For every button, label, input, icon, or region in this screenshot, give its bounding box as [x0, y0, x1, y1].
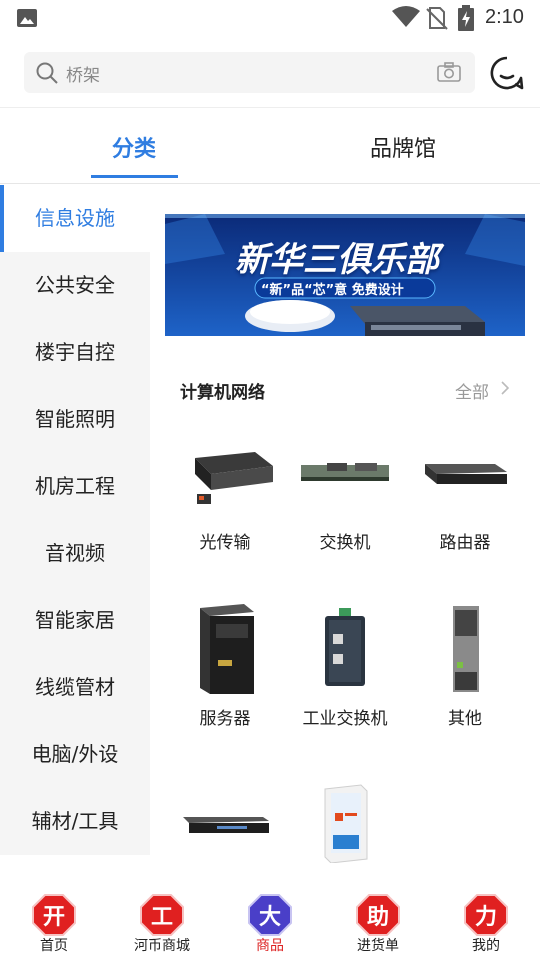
sidebar-item-label: 音视频 [45, 541, 105, 565]
product-rack-device[interactable] [165, 768, 285, 878]
sidebar-item-info-facilities[interactable]: 信息设施 [0, 185, 150, 252]
switch-card-icon [301, 463, 389, 481]
rack-device-icon [183, 817, 269, 833]
nav-home[interactable]: 开 首页 [0, 890, 108, 960]
sidebar-item-label: 智能照明 [35, 407, 115, 431]
tower-server-icon [200, 604, 254, 694]
industrial-switch-icon [325, 608, 365, 686]
product-switch[interactable]: 交换机 [285, 418, 405, 553]
product-label: 光传输 [199, 533, 251, 553]
banner-title: 新华三俱乐部 [235, 240, 439, 280]
nav-badge-text: 助 [367, 905, 389, 930]
camera-icon[interactable] [437, 62, 461, 82]
product-label: 交换机 [319, 533, 371, 553]
product-label: 路由器 [439, 533, 491, 553]
optical-transceiver-icon [195, 452, 273, 504]
nav-badge-text: 大 [259, 905, 281, 930]
category-sidebar: 信息设施 公共安全 楼宇自控 智能照明 机房工程 音视频 智能家居 线缆管材 电… [0, 185, 150, 855]
sidebar-item-label: 辅材/工具 [31, 809, 119, 833]
product-router[interactable]: 路由器 [405, 418, 525, 553]
sidebar-item-machine-room[interactable]: 机房工程 [0, 453, 150, 520]
nav-badge-text: 开 [43, 905, 65, 930]
sidebar-item-audio-video[interactable]: 音视频 [0, 520, 150, 587]
section-view-all-link[interactable]: 全部 [455, 378, 489, 403]
sidebar-item-label: 楼宇自控 [35, 340, 115, 364]
status-bar: 2:10 [0, 0, 540, 36]
nav-purchase-list[interactable]: 助 进货单 [324, 890, 432, 960]
product-office-software[interactable] [285, 768, 405, 878]
category-tabs: 分类 品牌馆 [0, 109, 540, 184]
office-software-icon [324, 784, 368, 863]
sidebar-item-label: 公共安全 [35, 273, 115, 297]
product-optical-transmission[interactable]: 光传输 [165, 418, 285, 553]
search-icon [36, 62, 58, 84]
sidebar-item-label: 线缆管材 [35, 675, 115, 699]
nav-badge-text: 工 [151, 905, 173, 930]
product-label: 其他 [448, 709, 482, 729]
purchase-list-badge-icon: 助 [356, 894, 400, 936]
battery-charging-icon [458, 5, 474, 31]
nav-products[interactable]: 大 商品 [216, 890, 324, 960]
sidebar-item-cables-pipes[interactable]: 线缆管材 [0, 654, 150, 721]
sidebar-item-label: 智能家居 [35, 608, 115, 632]
sidebar-item-building-automation[interactable]: 楼宇自控 [0, 319, 150, 386]
tab-brand-hall[interactable]: 品牌馆 [370, 131, 436, 163]
product-other[interactable]: 其他 [405, 594, 525, 729]
search-input[interactable]: 桥架 [24, 52, 475, 93]
sidebar-item-computer-peripherals[interactable]: 电脑/外设 [0, 721, 150, 788]
power-module-icon [453, 606, 479, 692]
coin-mall-badge-icon: 工 [140, 894, 184, 936]
promo-banner[interactable]: 新华三俱乐部 “新”品“芯”意 免费设计 [165, 214, 525, 336]
nav-coin-mall[interactable]: 工 河币商城 [108, 890, 216, 960]
status-time: 2:10 [485, 6, 524, 28]
products-badge-icon: 大 [248, 894, 292, 936]
nav-label: 首页 [40, 938, 68, 954]
nav-label: 河币商城 [134, 938, 190, 954]
bottom-navigation: 开 首页 工 河币商城 大 商品 助 进货单 力 我的 [0, 890, 540, 960]
product-industrial-switch[interactable]: 工业交换机 [285, 594, 405, 729]
sidebar-item-smart-lighting[interactable]: 智能照明 [0, 386, 150, 453]
sidebar-item-label: 机房工程 [35, 474, 115, 498]
nav-label: 进货单 [357, 938, 399, 954]
tab-active-indicator [91, 175, 178, 178]
tab-category[interactable]: 分类 [112, 131, 156, 163]
sidebar-item-materials-tools[interactable]: 辅材/工具 [0, 788, 150, 855]
chevron-right-icon[interactable] [500, 381, 510, 395]
sidebar-item-public-security[interactable]: 公共安全 [0, 252, 150, 319]
search-header: 桥架 [0, 36, 540, 108]
wifi-icon [392, 6, 420, 27]
nav-label: 我的 [472, 938, 500, 954]
nav-badge-text: 力 [475, 905, 497, 930]
sidebar-item-smart-home[interactable]: 智能家居 [0, 587, 150, 654]
product-label: 工业交换机 [302, 709, 388, 729]
message-icon[interactable] [490, 56, 524, 90]
product-label: 服务器 [199, 709, 251, 729]
mine-badge-icon: 力 [464, 894, 508, 936]
no-sim-icon [426, 7, 448, 30]
home-badge-icon: 开 [32, 894, 76, 936]
nav-label: 商品 [256, 938, 284, 954]
section-title: 计算机网络 [180, 383, 265, 403]
router-icon [425, 464, 507, 484]
image-notification-icon [17, 9, 37, 27]
banner-subtitle: “新”品“芯”意 免费设计 [261, 283, 404, 298]
product-server[interactable]: 服务器 [165, 594, 285, 729]
sidebar-item-label: 电脑/外设 [31, 742, 119, 766]
search-placeholder: 桥架 [66, 66, 100, 86]
nav-mine[interactable]: 力 我的 [432, 890, 540, 960]
sidebar-item-label: 信息设施 [35, 206, 115, 230]
